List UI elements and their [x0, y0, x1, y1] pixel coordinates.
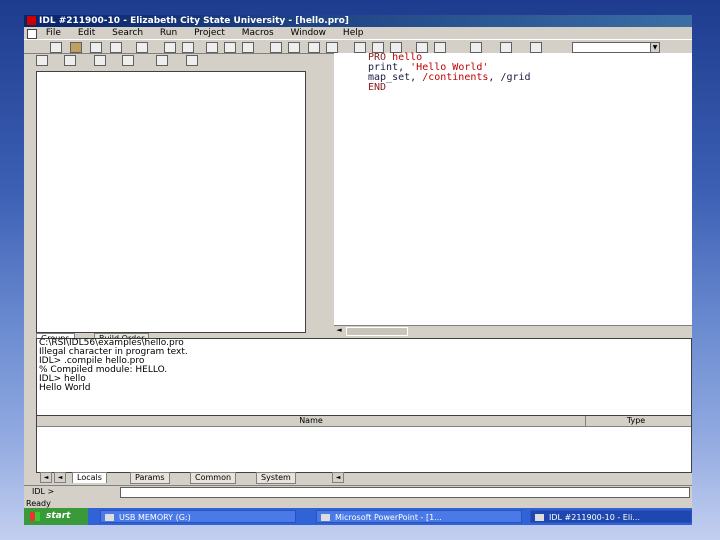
tab-prev-icon[interactable]: ◄ — [54, 472, 66, 483]
menu-window[interactable]: Window — [291, 28, 327, 39]
step-icon[interactable] — [122, 55, 134, 66]
log-line: % Compiled module: HELLO. — [39, 365, 168, 375]
windows-logo-icon — [30, 512, 40, 521]
idl-window: IDL #211900-10 - Elizabeth City State Un… — [24, 15, 692, 525]
build-icon[interactable] — [94, 55, 106, 66]
output-log[interactable]: C:\RSI\IDL56\examples\hello.pro Illegal … — [36, 338, 692, 418]
menu-project[interactable]: Project — [194, 28, 225, 39]
scroll-left-icon[interactable]: ◄ — [334, 326, 344, 335]
compile-icon[interactable] — [64, 55, 76, 66]
menu-help[interactable]: Help — [343, 28, 364, 39]
tab-system[interactable]: System — [256, 472, 296, 484]
log-line: Hello World — [39, 383, 91, 393]
tab-common[interactable]: Common — [190, 472, 237, 484]
list-icon[interactable] — [500, 42, 512, 53]
tab-locals[interactable]: Locals — [72, 472, 107, 483]
code-rest: , /grid — [488, 72, 531, 83]
tab-params[interactable]: Params — [130, 472, 170, 484]
taskbar-item-idl[interactable]: IDL #211900-10 - Eli... — [530, 510, 692, 523]
editor-hscrollbar[interactable]: ◄ — [334, 325, 692, 336]
variable-header: Name Type — [37, 416, 691, 427]
column-type[interactable]: Type — [586, 416, 686, 426]
run-icon[interactable] — [156, 55, 168, 66]
code-string: /continents — [422, 72, 489, 83]
windows-taskbar: start USB MEMORY (G:) Microsoft PowerPoi… — [24, 508, 692, 525]
taskbar-item-usb[interactable]: USB MEMORY (G:) — [100, 510, 296, 523]
menu-run[interactable]: Run — [160, 28, 177, 39]
log-line: IDL> hello — [39, 374, 86, 384]
code-editor[interactable]: PRO hello print, 'Hello World' map_set, … — [334, 53, 692, 325]
tab-next-icon[interactable]: ◄ — [332, 472, 344, 483]
command-input[interactable] — [120, 487, 690, 498]
task-label: Microsoft PowerPoint - [1... — [335, 513, 442, 522]
code-line: END — [334, 83, 692, 93]
menu-file[interactable]: File — [46, 28, 61, 39]
project-toolbar — [24, 52, 330, 66]
start-label: start — [46, 511, 71, 521]
project-panel[interactable] — [36, 71, 306, 333]
title-bar[interactable]: IDL #211900-10 - Elizabeth City State Un… — [24, 15, 692, 27]
menu-bar: File Edit Search Run Project Macros Wind… — [24, 28, 692, 39]
menu-edit[interactable]: Edit — [78, 28, 95, 39]
menu-macros[interactable]: Macros — [242, 28, 274, 39]
tile-icon[interactable] — [354, 42, 366, 53]
code-keyword: END — [368, 82, 387, 93]
scroll-thumb[interactable] — [346, 327, 408, 336]
chevron-down-icon[interactable]: ▼ — [650, 43, 659, 52]
column-name[interactable]: Name — [37, 416, 586, 426]
idl-icon — [535, 514, 544, 521]
panel-icon[interactable] — [470, 42, 482, 53]
powerpoint-icon — [321, 514, 330, 521]
project-icon[interactable] — [36, 55, 48, 66]
task-label: IDL #211900-10 - Eli... — [549, 513, 640, 522]
stop-icon[interactable] — [186, 55, 198, 66]
command-line-bar: IDL > — [24, 485, 692, 498]
drive-icon — [105, 514, 114, 521]
task-label: USB MEMORY (G:) — [119, 513, 191, 522]
idl-app-icon — [27, 16, 36, 25]
columns-icon[interactable] — [530, 42, 542, 53]
start-button[interactable]: start — [24, 508, 88, 525]
tab-first-icon[interactable]: ◄ — [40, 472, 52, 483]
toolbar-combo[interactable]: ▼ — [572, 42, 660, 53]
variable-watch[interactable]: Name Type — [36, 415, 692, 473]
command-prompt-label: IDL > — [32, 487, 55, 496]
layout-icon[interactable] — [434, 42, 446, 53]
document-icon[interactable] — [27, 29, 37, 39]
menu-search[interactable]: Search — [112, 28, 143, 39]
window-title: IDL #211900-10 - Elizabeth City State Un… — [39, 16, 349, 26]
taskbar-item-powerpoint[interactable]: Microsoft PowerPoint - [1... — [316, 510, 522, 523]
variable-tabs: ◄ ◄ Locals Params Common System ◄ — [36, 471, 366, 484]
code-line: map_set, /continents, /grid — [334, 73, 692, 83]
